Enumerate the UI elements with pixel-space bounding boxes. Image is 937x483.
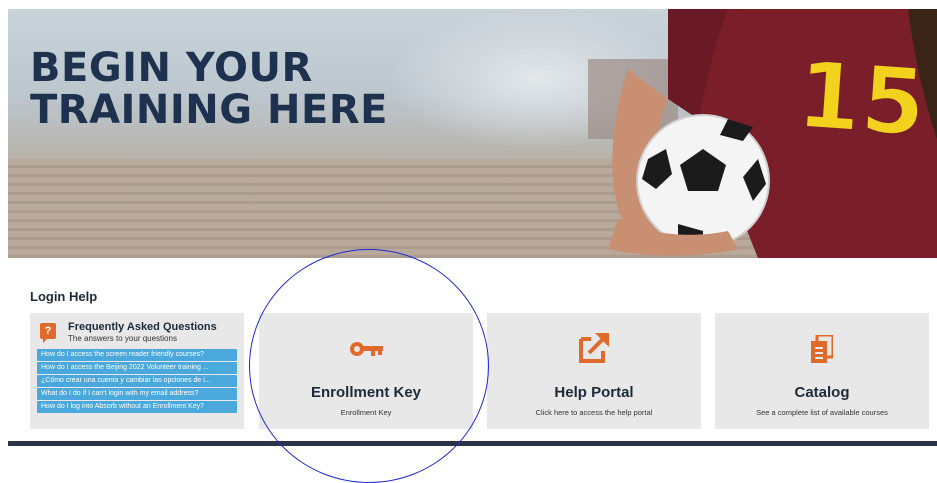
catalog-description: See a complete list of available courses [756,408,888,417]
faq-item[interactable]: ¿Cómo crear una cuenta y cambiar las opc… [37,375,237,387]
question-icon: ? [40,323,56,343]
login-help-title: Login Help [30,289,98,304]
soccer-ball-icon [636,114,770,248]
faq-title: Frequently Asked Questions [68,321,217,333]
help-portal-card[interactable]: Help Portal Click here to access the hel… [487,313,701,429]
faq-item[interactable]: How do I access the screen reader friend… [37,349,237,361]
external-link-icon [487,331,701,365]
jersey-number: 15 [794,41,929,157]
enrollment-key-card[interactable]: Enrollment Key Enrollment Key [259,313,473,429]
catalog-icon [715,335,929,363]
faq-item[interactable]: How do I log into Absorb without an Enro… [37,401,237,413]
catalog-card[interactable]: Catalog See a complete list of available… [715,313,929,429]
faq-subtitle: The answers to your questions [68,334,177,343]
catalog-title: Catalog [794,384,850,401]
enrollment-key-title: Enrollment Key [310,384,422,401]
enrollment-key-description: Enrollment Key [340,408,392,417]
hero-title: BEGIN YOUR TRAINING HERE [30,45,388,133]
bottom-divider-bar [8,441,937,446]
key-icon [259,341,473,357]
faq-card: ? Frequently Asked Questions The answers… [30,313,244,429]
help-portal-title: Help Portal [554,384,634,401]
faq-item[interactable]: What do I do if I can't login with my em… [37,388,237,400]
faq-list: How do I access the screen reader friend… [37,349,237,414]
faq-item[interactable]: How do I access the Beijing 2022 Volunte… [37,362,237,374]
help-portal-description: Click here to access the help portal [535,408,653,417]
soccer-player-image: 15 [608,9,937,258]
hero-banner: BEGIN YOUR TRAINING HERE 15 [8,9,937,258]
